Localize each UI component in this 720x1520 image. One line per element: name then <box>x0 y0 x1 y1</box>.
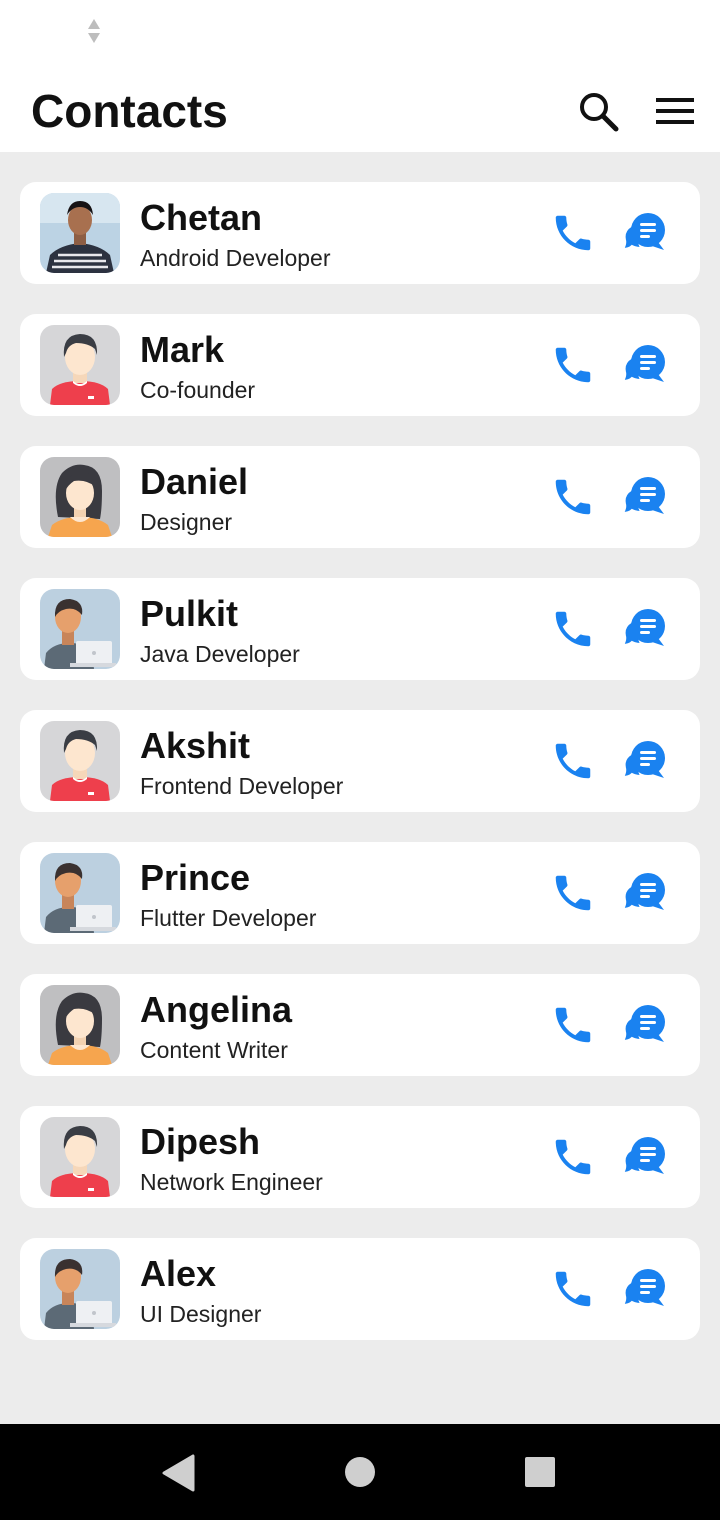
page-title: Contacts <box>31 85 228 137</box>
avatar <box>40 1117 120 1197</box>
contact-card[interactable]: Dipesh Network Engineer <box>20 1106 700 1208</box>
avatar <box>40 853 120 933</box>
phone-icon[interactable] <box>550 1002 596 1048</box>
contact-card[interactable]: Akshit Frontend Developer <box>20 710 700 812</box>
avatar <box>40 721 120 801</box>
contact-name: Daniel <box>140 461 249 502</box>
phone-icon[interactable] <box>550 1266 596 1312</box>
contact-role: Co-founder <box>140 377 256 403</box>
chat-icon[interactable] <box>621 1266 668 1312</box>
chat-icon[interactable] <box>621 474 668 520</box>
chat-icon[interactable] <box>621 606 668 652</box>
avatar <box>40 1249 120 1329</box>
contact-role: Flutter Developer <box>140 905 317 931</box>
phone-icon[interactable] <box>550 870 596 916</box>
data-arrows-icon <box>88 19 100 43</box>
contact-card[interactable]: Chetan Android Developer <box>20 182 700 284</box>
contact-list: Chetan Android Developer Mark Co-founder <box>20 182 700 1370</box>
search-icon[interactable] <box>577 90 619 132</box>
contact-role: Java Developer <box>140 641 300 667</box>
contact-name: Pulkit <box>140 593 239 634</box>
avatar <box>40 193 120 273</box>
chat-icon[interactable] <box>621 738 668 784</box>
avatar <box>40 985 120 1065</box>
contact-role: Android Developer <box>140 245 331 271</box>
phone-icon[interactable] <box>550 738 596 784</box>
phone-icon[interactable] <box>550 342 596 388</box>
contact-card[interactable]: Angelina Content Writer <box>20 974 700 1076</box>
contact-name: Akshit <box>140 725 251 766</box>
status-bar <box>0 0 720 64</box>
contact-name: Prince <box>140 857 251 898</box>
contact-card[interactable]: Alex UI Designer <box>20 1238 700 1340</box>
avatar <box>40 457 120 537</box>
avatar <box>40 589 120 669</box>
recents-square-icon[interactable] <box>524 1456 556 1488</box>
contact-role: UI Designer <box>140 1301 262 1327</box>
chat-icon[interactable] <box>621 1134 668 1180</box>
contact-role: Network Engineer <box>140 1169 323 1195</box>
phone-icon[interactable] <box>550 1134 596 1180</box>
contact-role: Designer <box>140 509 233 535</box>
phone-icon[interactable] <box>550 606 596 652</box>
contact-card[interactable]: Pulkit Java Developer <box>20 578 700 680</box>
contact-card[interactable]: Prince Flutter Developer <box>20 842 700 944</box>
contact-card[interactable]: Mark Co-founder <box>20 314 700 416</box>
chat-icon[interactable] <box>621 1002 668 1048</box>
home-circle-icon[interactable] <box>343 1455 377 1489</box>
contact-name: Dipesh <box>140 1121 261 1162</box>
contact-name: Mark <box>140 329 225 370</box>
chat-icon[interactable] <box>621 210 668 256</box>
navigation-bar <box>0 1424 720 1520</box>
menu-icon[interactable] <box>656 98 694 124</box>
app-bar: Contacts <box>0 64 720 152</box>
phone-icon[interactable] <box>550 210 596 256</box>
contact-name: Chetan <box>140 197 263 238</box>
contact-role: Content Writer <box>140 1037 288 1063</box>
avatar <box>40 325 120 405</box>
contact-role: Frontend Developer <box>140 773 344 799</box>
chat-icon[interactable] <box>621 342 668 388</box>
back-triangle-icon[interactable] <box>160 1454 200 1492</box>
phone-icon[interactable] <box>550 474 596 520</box>
chat-icon[interactable] <box>621 870 668 916</box>
contact-name: Alex <box>140 1253 217 1294</box>
contact-name: Angelina <box>140 989 293 1030</box>
contact-card[interactable]: Daniel Designer <box>20 446 700 548</box>
